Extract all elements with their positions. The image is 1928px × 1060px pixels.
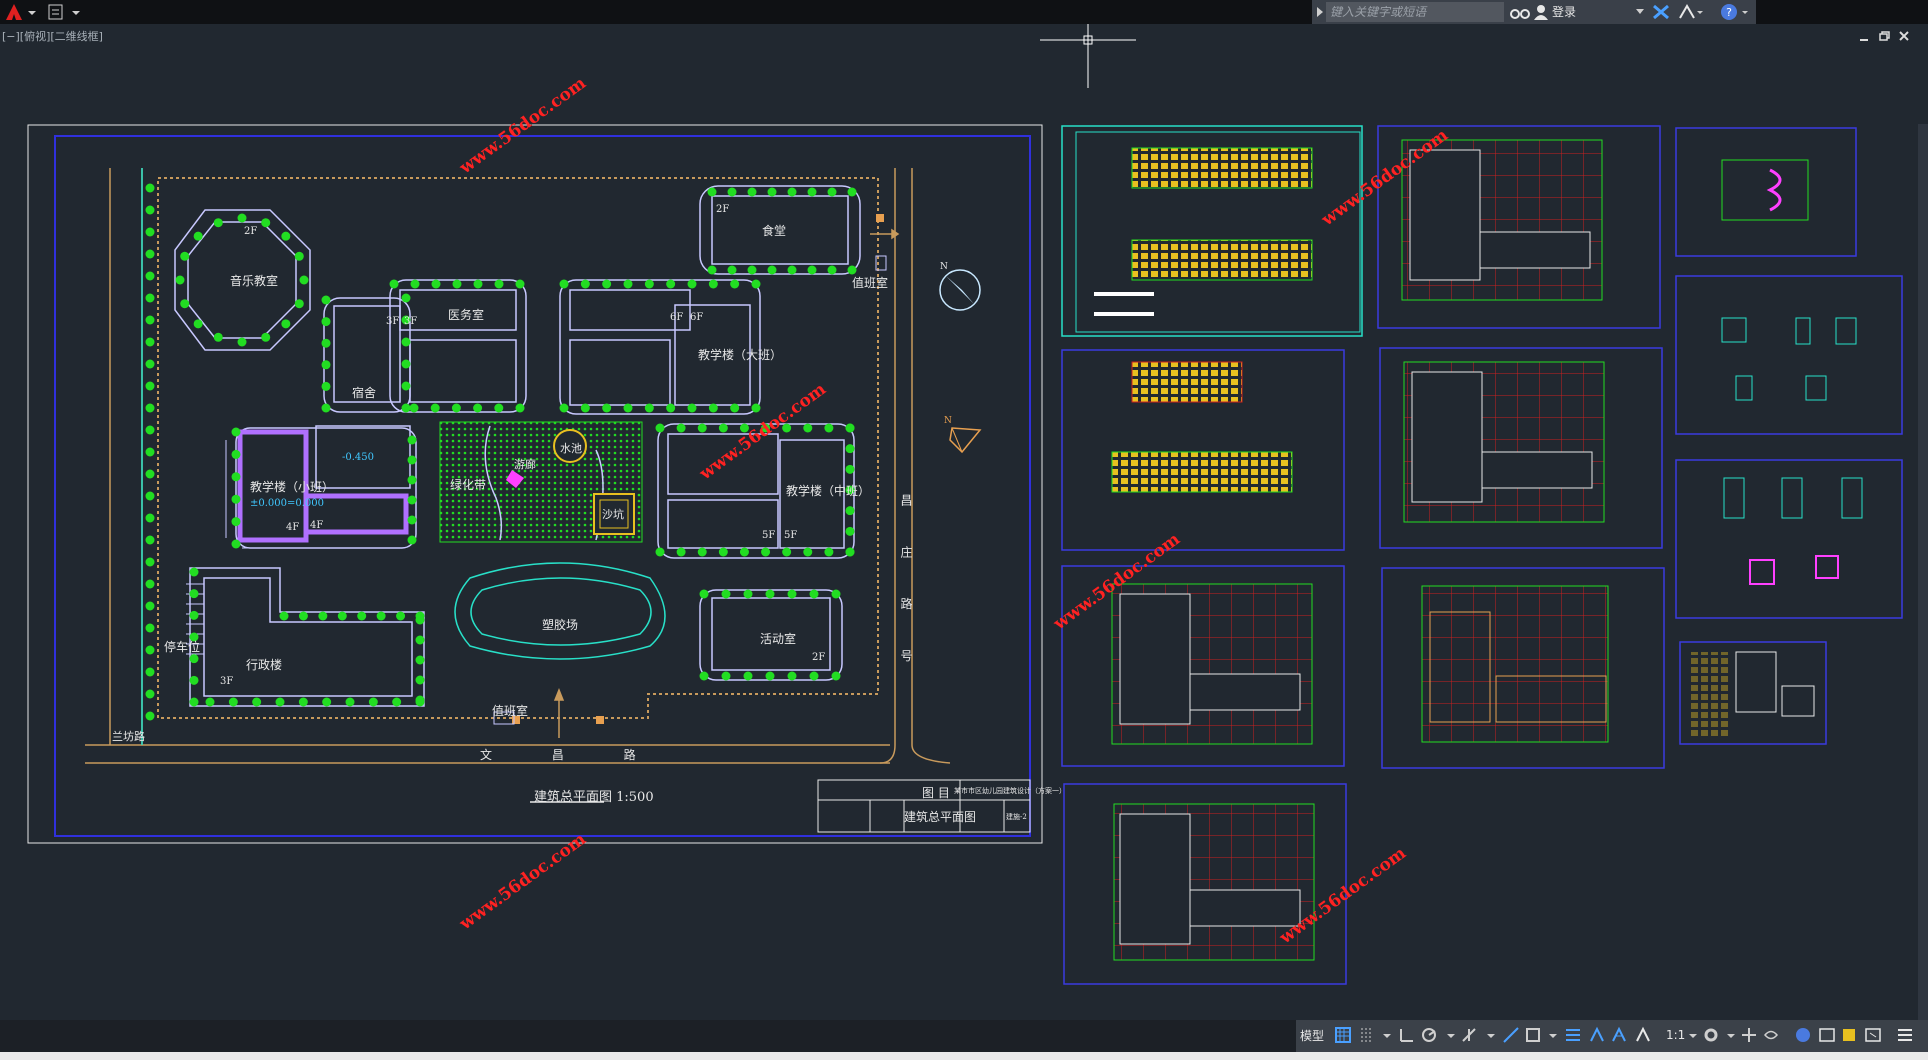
chevron-down-icon[interactable] [1684,1026,1702,1044]
customization-menu-icon[interactable] [1896,1026,1914,1044]
restore-icon[interactable] [1878,30,1890,42]
autocad-logo-icon [6,4,36,20]
chevron-down-icon[interactable] [1442,1026,1460,1044]
minimize-icon[interactable] [1858,30,1870,42]
auto-scale-icon[interactable] [1610,1026,1628,1044]
polar-tracking-icon[interactable] [1420,1026,1438,1044]
help-icon[interactable]: ? [1720,3,1750,21]
chevron-down-icon[interactable] [1544,1026,1562,1044]
exchange-apps-icon[interactable] [1652,4,1670,20]
viewport-controls[interactable]: [−][俯视][二维线框] [2,28,103,44]
model-space-button[interactable]: 模型 [1300,1027,1324,1044]
workspace-gear-icon[interactable] [1702,1026,1720,1044]
chevron-down-icon[interactable] [1722,1026,1740,1044]
autodesk-a360-icon[interactable] [1678,4,1704,20]
right-side-panel-edge[interactable] [1918,124,1928,1020]
taskbar-strip [0,1052,1928,1060]
annotation-scale-value[interactable]: 1:1 [1666,1028,1685,1042]
isolate-objects-icon[interactable] [1762,1026,1780,1044]
close-icon[interactable] [1898,30,1910,42]
application-menu-button[interactable] [2,2,42,22]
expand-arrow-icon[interactable] [1316,6,1324,18]
hardware-acceleration-icon[interactable] [1794,1026,1812,1044]
document-dropdown-icon [48,4,80,20]
drawing-sheets[interactable] [1061,125,1903,985]
fullscreen-icon[interactable] [1864,1026,1882,1044]
lineweight-icon[interactable] [1564,1026,1582,1044]
object-snap-icon[interactable] [1524,1026,1542,1044]
login-button[interactable]: 登录 [1552,0,1576,24]
annotation-visibility-icon[interactable] [1588,1026,1606,1044]
user-icon [1534,5,1548,20]
properties-icon[interactable] [1840,1026,1858,1044]
search-input[interactable]: 键入关键字或短语 [1326,2,1504,22]
grid-display-icon[interactable] [1334,1026,1352,1044]
site-plan-sheet[interactable] [27,124,1043,844]
isometric-drafting-icon[interactable] [1460,1026,1478,1044]
snap-mode-icon[interactable] [1358,1026,1376,1044]
annotation-scale-icon[interactable] [1634,1026,1652,1044]
model-space-canvas[interactable] [0,0,1928,1020]
svg-text:?: ? [1726,6,1732,19]
chevron-down-icon[interactable] [1636,9,1644,15]
plus-icon[interactable] [1740,1026,1758,1044]
clean-screen-icon[interactable] [1818,1026,1836,1044]
infer-constraints-icon[interactable] [1398,1026,1416,1044]
chevron-down-icon[interactable] [1482,1026,1500,1044]
object-snap-tracking-icon[interactable] [1502,1026,1520,1044]
quick-access-toolbar[interactable] [46,2,86,22]
binoculars-icon[interactable] [1510,4,1530,20]
drawing-window-controls [1858,30,1918,44]
chevron-down-icon[interactable] [1378,1026,1396,1044]
